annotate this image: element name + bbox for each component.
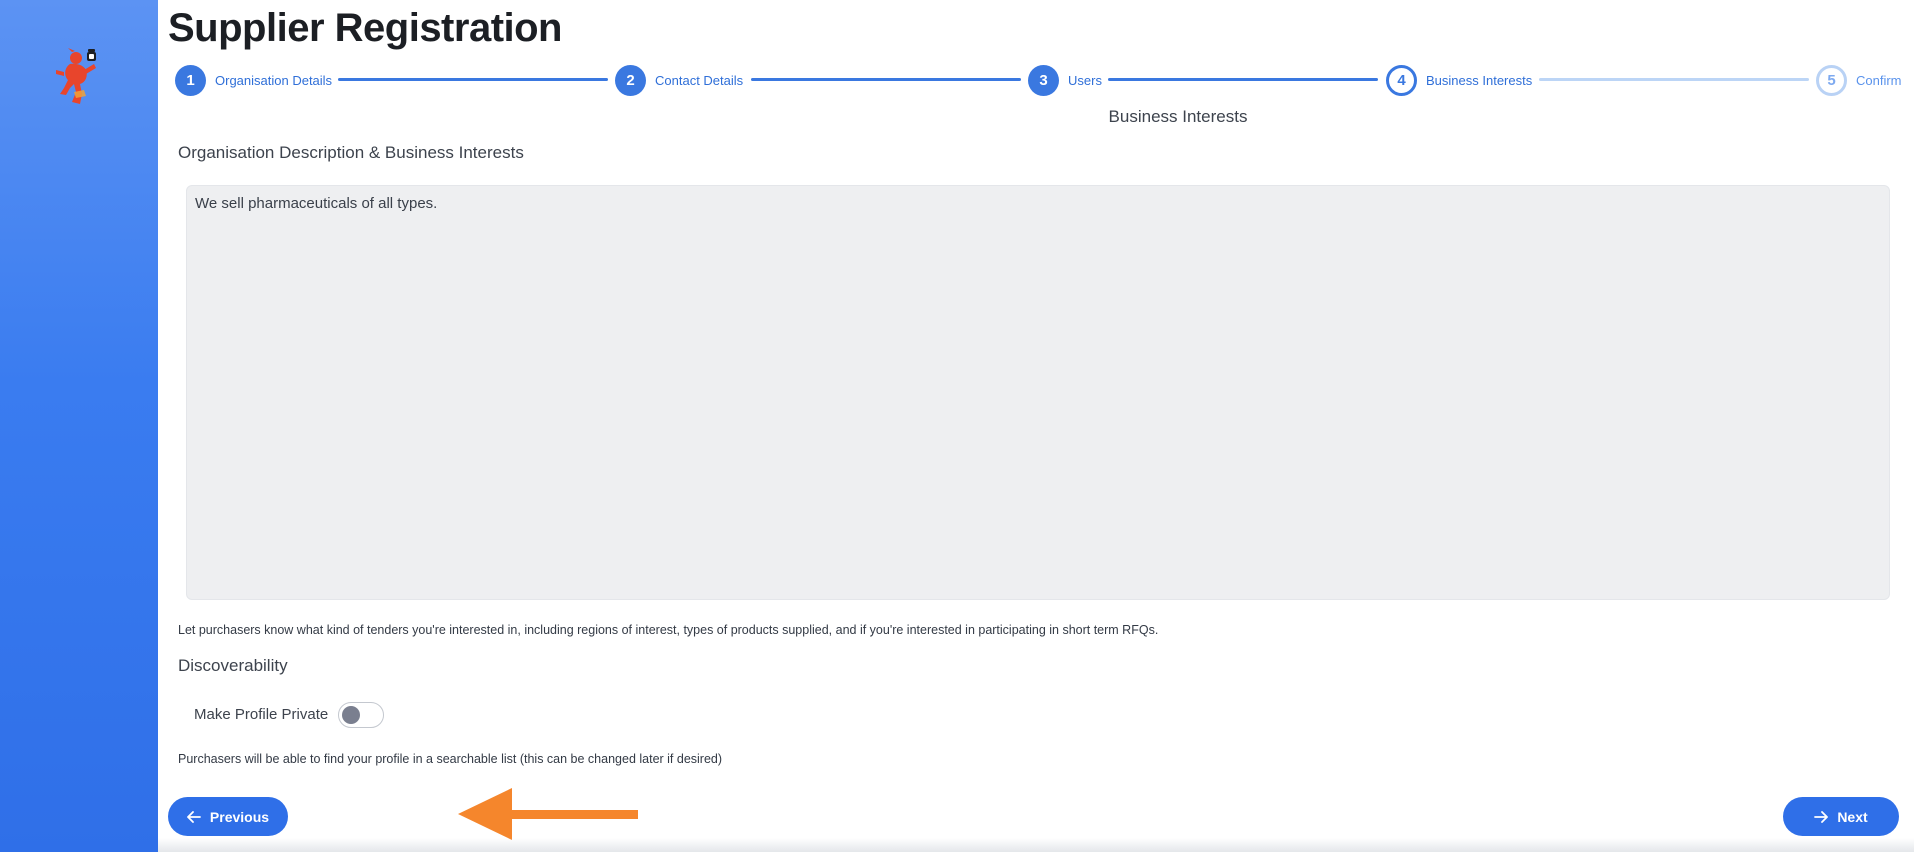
- step-number: 5: [1816, 64, 1847, 96]
- registration-stepper: 1 Organisation Details 2 Contact Details…: [158, 64, 1914, 96]
- section-heading: Business Interests: [1108, 107, 1248, 126]
- step-contact-details[interactable]: 2 Contact Details: [615, 64, 743, 96]
- arrow-left-icon: [187, 810, 201, 823]
- private-profile-toggle[interactable]: [338, 702, 384, 728]
- previous-button-label: Previous: [209, 808, 270, 825]
- step-label: Business Interests: [1426, 72, 1533, 88]
- step-number: 2: [615, 64, 646, 96]
- step-number: 1: [175, 64, 206, 96]
- step-connector: [751, 78, 1021, 81]
- pointer-arrow-icon: [458, 788, 638, 840]
- step-organisation-details[interactable]: 1 Organisation Details: [175, 64, 332, 96]
- step-label: Users: [1068, 72, 1102, 88]
- toggle-knob: [342, 706, 360, 724]
- discoverability-help-text: Purchasers will be able to find your pro…: [178, 752, 723, 766]
- step-label: Contact Details: [655, 72, 744, 88]
- bottom-shadow: [158, 838, 1914, 852]
- step-confirm[interactable]: 5 Confirm: [1816, 64, 1902, 96]
- step-connector: [338, 78, 608, 81]
- step-label: Organisation Details: [215, 72, 333, 88]
- page-title: Supplier Registration: [168, 6, 563, 50]
- sidebar: [0, 0, 158, 852]
- step-users[interactable]: 3 Users: [1028, 64, 1102, 96]
- step-label: Confirm: [1856, 72, 1902, 88]
- step-business-interests[interactable]: 4 Business Interests: [1386, 64, 1532, 96]
- step-connector: [1108, 78, 1378, 81]
- arrow-right-icon: [1814, 810, 1829, 823]
- description-field-title: Organisation Description & Business Inte…: [178, 143, 524, 162]
- step-number: 3: [1028, 64, 1059, 96]
- description-help-text: Let purchasers know what kind of tenders…: [178, 623, 1159, 637]
- previous-button[interactable]: Previous: [168, 797, 288, 836]
- description-textarea[interactable]: We sell pharmaceuticals of all types.: [186, 185, 1890, 600]
- step-connector: [1539, 78, 1809, 81]
- main-content: Supplier Registration 1 Organisation Det…: [158, 0, 1914, 852]
- discoverability-title: Discoverability: [178, 656, 288, 675]
- step-number: 4: [1386, 64, 1417, 96]
- next-button-label: Next: [1837, 808, 1868, 825]
- mascot-logo-icon[interactable]: [54, 46, 102, 110]
- private-toggle-label: Make Profile Private: [194, 706, 329, 723]
- next-button[interactable]: Next: [1783, 797, 1899, 836]
